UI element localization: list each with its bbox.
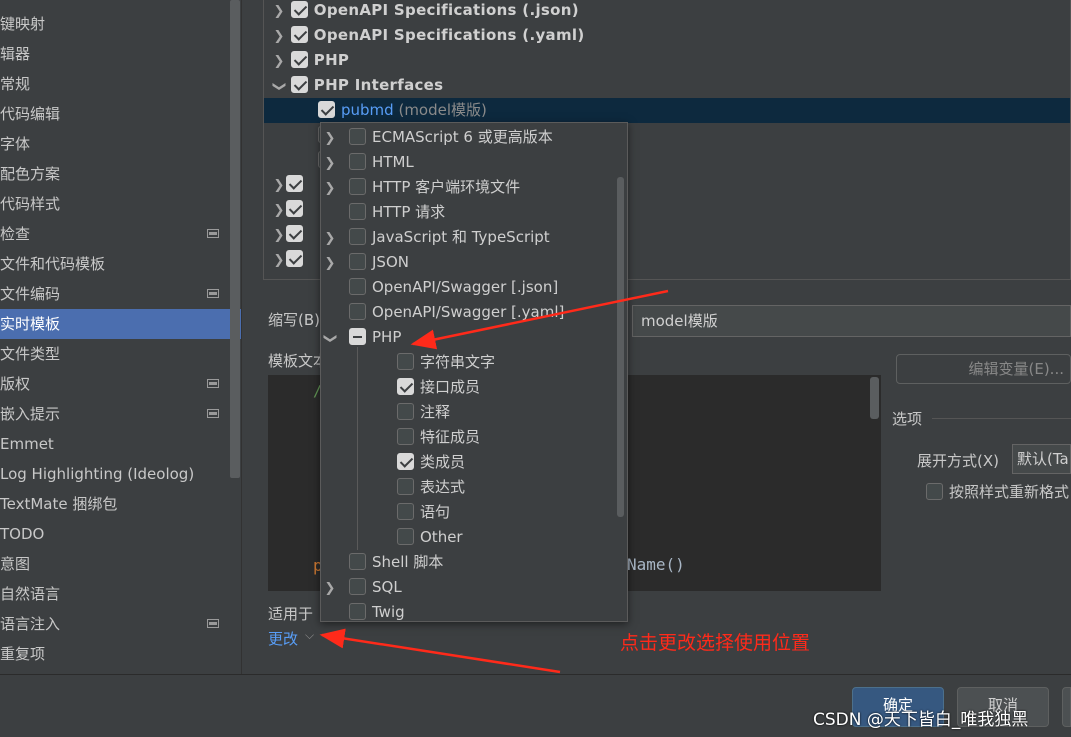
arrow-to-php <box>410 289 669 350</box>
arrow-to-change <box>319 628 561 674</box>
annotation-arrows <box>319 289 669 674</box>
